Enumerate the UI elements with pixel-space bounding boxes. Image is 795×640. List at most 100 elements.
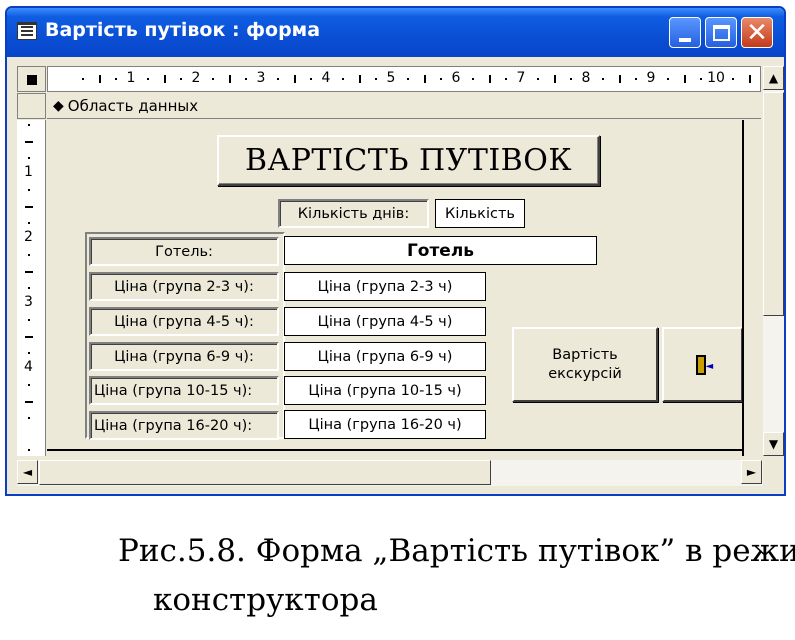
scroll-down-button[interactable]: ▼ <box>763 432 784 456</box>
ruler-number: 1 <box>126 70 136 86</box>
ruler-tick <box>212 78 215 80</box>
scroll-right-button[interactable]: ► <box>741 460 762 484</box>
ruler-number: 1 <box>24 164 33 180</box>
price-2-3-label[interactable]: Ціна (група 2-3 ч): <box>89 272 279 301</box>
days-field[interactable]: Кількість <box>435 199 525 228</box>
detail-section-bar[interactable]: ◆ Область данных <box>47 93 761 119</box>
title-bar[interactable]: Вартість путівок : форма ✕ <box>7 8 784 57</box>
ruler-tick <box>114 78 117 80</box>
scroll-up-button[interactable]: ▲ <box>763 66 784 90</box>
horizontal-ruler[interactable]: 1 2 3 4 5 6 7 8 9 10 <box>47 66 761 92</box>
ruler-tick <box>488 75 491 83</box>
ruler-tick <box>244 78 247 80</box>
tour-cost-button[interactable]: Вартість екскурсій <box>512 327 658 402</box>
price-6-9-field[interactable]: Ціна (група 6-9 ч) <box>284 342 486 371</box>
price-10-15-field[interactable]: Ціна (група 10-15 ч) <box>284 376 486 405</box>
maximize-button[interactable] <box>705 17 737 48</box>
ruler-tick <box>25 270 33 273</box>
section-selector[interactable] <box>17 93 46 119</box>
ruler-tick <box>683 75 686 83</box>
ruler-tick <box>28 124 30 127</box>
scroll-left-button[interactable]: ◄ <box>17 460 38 484</box>
price-6-9-label[interactable]: Ціна (група 6-9 ч): <box>89 342 279 371</box>
arrow-up-icon: ▲ <box>768 71 779 85</box>
vertical-scrollbar[interactable]: ▲ ▼ <box>763 66 784 456</box>
window-title: Вартість путівок : форма <box>45 19 321 41</box>
form-title-label[interactable]: ВАРТІСТЬ ПУТІВОК <box>217 135 600 186</box>
ruler-tick <box>28 449 30 452</box>
detail-section: ВАРТІСТЬ ПУТІВОК Кількість днів: Кількіс… <box>47 120 761 456</box>
ruler-tick <box>537 78 540 80</box>
ruler-tick <box>28 189 30 192</box>
ruler-tick <box>163 75 166 83</box>
price-16-20-label[interactable]: Ціна (група 16-20 ч): <box>89 411 279 440</box>
minimize-button[interactable] <box>669 17 701 48</box>
maximize-icon <box>712 24 730 41</box>
ruler-tick <box>618 75 621 83</box>
ruler-tick <box>553 75 556 83</box>
tour-cost-button-label: Вартість екскурсій <box>548 347 622 382</box>
ruler-tick <box>699 78 702 80</box>
arrow-right-icon: ► <box>746 465 757 479</box>
horizontal-scrollbar[interactable]: ◄ ► <box>17 460 763 486</box>
ruler-tick <box>28 254 30 257</box>
ruler-tick <box>277 78 280 80</box>
price-4-5-field[interactable]: Ціна (група 4-5 ч) <box>284 307 486 336</box>
ruler-tick <box>634 78 637 80</box>
minimize-icon <box>679 37 691 42</box>
ruler-tick <box>25 205 33 208</box>
ruler-tick <box>293 75 296 83</box>
ruler-tick <box>28 319 30 322</box>
vertical-scroll-thumb[interactable] <box>763 92 784 316</box>
close-button[interactable]: ✕ <box>741 17 773 48</box>
ruler-number: 9 <box>646 70 656 86</box>
ruler-tick <box>423 75 426 83</box>
ruler-tick <box>569 78 572 80</box>
ruler-tick <box>28 351 30 354</box>
form-window: Вартість путівок : форма ✕ 1 2 3 4 5 6 7 8 9 10 ◆… <box>5 6 786 496</box>
ruler-number: 8 <box>581 70 591 86</box>
ruler-tick <box>82 78 85 80</box>
hotel-field[interactable]: Готель <box>284 236 597 265</box>
form-designer: 1 2 3 4 5 6 7 8 9 10 ◆ Область данных 1 2 3 4 ВАРТІС… <box>17 66 761 456</box>
ruler-tick <box>472 78 475 80</box>
ruler-tick <box>374 78 377 80</box>
price-10-15-label[interactable]: Ціна (група 10-15 ч): <box>89 376 279 405</box>
section-right-edge <box>742 120 744 456</box>
ruler-number: 6 <box>451 70 461 86</box>
ruler-tick <box>748 75 751 83</box>
ruler-tick <box>667 78 670 80</box>
section-arrow-icon: ◆ <box>53 97 64 114</box>
ruler-number: 4 <box>24 359 33 375</box>
ruler-tick <box>407 78 410 80</box>
size-grip[interactable] <box>763 460 784 486</box>
days-label[interactable]: Кількість днів: <box>278 199 429 228</box>
section-bottom-edge <box>47 449 744 451</box>
ruler-tick <box>732 78 735 80</box>
ruler-tick <box>504 78 507 80</box>
form-icon[interactable] <box>17 22 37 40</box>
ruler-tick <box>28 286 30 289</box>
ruler-number: 3 <box>24 294 33 310</box>
exit-door-icon: ◄ <box>692 354 714 376</box>
horizontal-scroll-thumb[interactable] <box>39 460 491 485</box>
close-icon: ✕ <box>746 17 768 48</box>
arrow-left-icon: ◄ <box>22 465 33 479</box>
ruler-number: 3 <box>256 70 266 86</box>
detail-section-label: Область данных <box>67 96 199 115</box>
exit-button[interactable]: ◄ <box>662 327 743 402</box>
vertical-ruler[interactable]: 1 2 3 4 <box>17 120 46 456</box>
ruler-tick <box>228 75 231 83</box>
ruler-tick <box>25 335 33 338</box>
ruler-tick <box>28 156 30 159</box>
ruler-tick <box>25 140 33 143</box>
price-16-20-field[interactable]: Ціна (група 16-20 ч) <box>284 410 486 439</box>
price-4-5-label[interactable]: Ціна (група 4-5 ч): <box>89 307 279 336</box>
ruler-tick <box>439 78 442 80</box>
ruler-number: 2 <box>191 70 201 86</box>
price-2-3-field[interactable]: Ціна (група 2-3 ч) <box>284 272 486 301</box>
ruler-tick <box>25 400 33 403</box>
ruler-number: 10 <box>707 70 725 86</box>
form-selector[interactable] <box>17 66 46 92</box>
hotel-label[interactable]: Готель: <box>89 237 279 266</box>
